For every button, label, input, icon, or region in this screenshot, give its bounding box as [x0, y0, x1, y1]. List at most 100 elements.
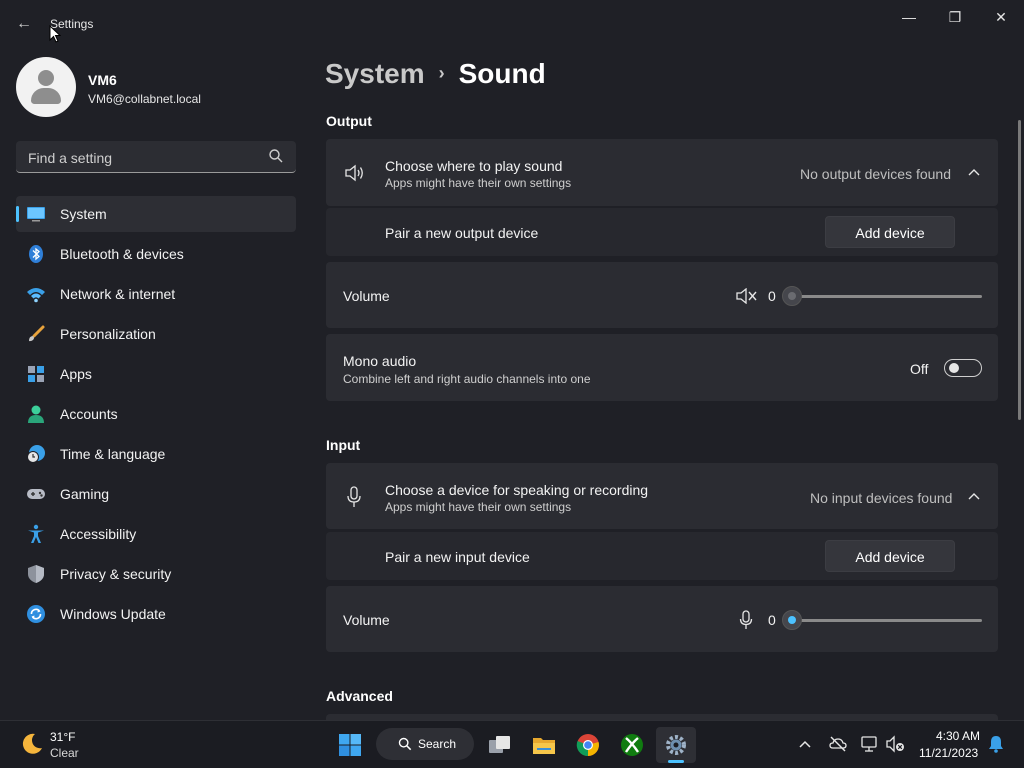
- wifi-icon: [27, 288, 45, 303]
- sidebar-item-privacy[interactable]: Privacy & security: [16, 556, 296, 592]
- active-app-indicator: [668, 760, 684, 763]
- sidebar-item-bluetooth[interactable]: Bluetooth & devices: [16, 236, 296, 272]
- sidebar-nav: System Bluetooth & devices Network & int…: [16, 196, 296, 636]
- sidebar-item-label: Personalization: [60, 326, 156, 342]
- output-volume-value: 0: [768, 288, 776, 304]
- sidebar-item-accounts[interactable]: Accounts: [16, 396, 296, 432]
- output-device-title: Choose where to play sound: [385, 158, 563, 174]
- sidebar-item-windows-update[interactable]: Windows Update: [16, 596, 296, 632]
- mouse-cursor-icon: [49, 25, 61, 43]
- user-email: VM6@collabnet.local: [88, 92, 201, 106]
- file-explorer-button[interactable]: [526, 727, 562, 763]
- sidebar-item-label: Accounts: [60, 406, 118, 422]
- taskbar-search-button[interactable]: Search: [376, 728, 474, 760]
- avatar-head-icon: [38, 70, 54, 86]
- chrome-button[interactable]: [570, 727, 606, 763]
- settings-window: ← Settings — ❐ ✕ VM6 VM6@collabnet.local…: [0, 0, 1024, 720]
- input-device-status: No input devices found: [810, 490, 953, 506]
- maximize-button[interactable]: ❐: [932, 4, 978, 30]
- input-device-subtitle: Apps might have their own settings: [385, 500, 572, 514]
- output-device-card[interactable]: Choose where to play sound Apps might ha…: [326, 139, 998, 206]
- chrome-icon: [576, 734, 599, 757]
- chevron-up-icon[interactable]: [968, 491, 980, 501]
- close-button[interactable]: ✕: [978, 4, 1024, 30]
- advanced-heading: Advanced: [326, 688, 393, 704]
- apps-icon: [28, 366, 44, 382]
- output-volume-thumb[interactable]: [782, 286, 802, 306]
- weather-condition[interactable]: Clear: [50, 746, 79, 760]
- gear-icon: [666, 735, 686, 755]
- output-volume-slider[interactable]: [792, 295, 982, 298]
- speaker-mute-icon[interactable]: [736, 288, 758, 304]
- avatar-body-icon: [31, 88, 61, 104]
- globe-clock-icon: [27, 445, 45, 463]
- notification-bell-icon[interactable]: [988, 735, 1004, 753]
- scrollbar[interactable]: [1018, 120, 1021, 420]
- task-view-button[interactable]: [482, 727, 518, 763]
- start-button[interactable]: [332, 727, 368, 763]
- mono-audio-state: Off: [910, 361, 929, 377]
- output-heading: Output: [326, 113, 372, 129]
- network-icon[interactable]: [860, 735, 878, 753]
- mono-audio-title: Mono audio: [343, 353, 417, 369]
- shield-icon: [28, 565, 44, 583]
- speaker-off-icon[interactable]: [886, 735, 906, 753]
- avatar[interactable]: [16, 57, 76, 117]
- back-button[interactable]: ←: [12, 12, 36, 36]
- breadcrumb-parent[interactable]: System: [325, 58, 425, 89]
- xbox-button[interactable]: [614, 727, 650, 763]
- back-arrow-icon: ←: [16, 15, 32, 32]
- add-output-device-button[interactable]: Add device: [825, 216, 955, 248]
- sidebar-item-label: Apps: [60, 366, 92, 382]
- sidebar-item-personalization[interactable]: Personalization: [16, 316, 296, 352]
- task-view-icon: [489, 736, 510, 753]
- search-icon[interactable]: [268, 148, 284, 164]
- search-icon: [398, 737, 412, 751]
- restore-icon: ❐: [948, 9, 962, 25]
- sidebar-item-network[interactable]: Network & internet: [16, 276, 296, 312]
- search-input[interactable]: [26, 147, 270, 169]
- microphone-icon: [739, 610, 753, 629]
- add-input-device-button[interactable]: Add device: [825, 540, 955, 572]
- sidebar-item-time-language[interactable]: Time & language: [16, 436, 296, 472]
- speaker-icon: [345, 164, 363, 182]
- sidebar-item-system[interactable]: System: [16, 196, 296, 232]
- output-device-status: No output devices found: [800, 166, 951, 182]
- close-icon: ✕: [995, 9, 1007, 25]
- input-volume-slider[interactable]: [792, 619, 982, 622]
- input-volume-thumb[interactable]: [782, 610, 802, 630]
- chevron-up-icon[interactable]: [798, 738, 812, 750]
- minimize-icon: —: [902, 9, 916, 25]
- clock-date[interactable]: 11/21/2023: [919, 746, 978, 760]
- output-volume-label: Volume: [343, 288, 390, 304]
- xbox-icon: [621, 734, 643, 756]
- chevron-up-icon[interactable]: [968, 167, 980, 177]
- user-name: VM6: [88, 72, 117, 88]
- pair-output-label: Pair a new output device: [385, 225, 539, 241]
- sidebar-item-label: Accessibility: [60, 526, 137, 542]
- system-icon: [27, 207, 45, 222]
- title-bar: ← Settings — ❐ ✕: [0, 0, 1024, 48]
- weather-temperature[interactable]: 31°F: [50, 730, 75, 744]
- onedrive-offline-icon[interactable]: [829, 736, 847, 752]
- minimize-button[interactable]: —: [886, 4, 932, 30]
- moon-weather-icon[interactable]: [20, 732, 44, 756]
- input-device-card[interactable]: Choose a device for speaking or recordin…: [326, 463, 998, 529]
- settings-taskbar-button[interactable]: [656, 727, 696, 763]
- gamepad-icon: [27, 489, 45, 499]
- output-volume-card: Volume 0: [326, 262, 998, 328]
- clock-time[interactable]: 4:30 AM: [936, 729, 980, 743]
- brush-icon: [29, 325, 45, 342]
- search-box[interactable]: [16, 141, 296, 173]
- input-volume-card: Volume 0: [326, 586, 998, 652]
- sidebar-item-apps[interactable]: Apps: [16, 356, 296, 392]
- update-icon: [27, 605, 45, 623]
- mono-audio-toggle[interactable]: [944, 359, 982, 377]
- sidebar-item-label: Time & language: [60, 446, 166, 462]
- thumb-dot: [788, 616, 796, 624]
- input-device-title: Choose a device for speaking or recordin…: [385, 482, 649, 498]
- sidebar-item-accessibility[interactable]: Accessibility: [16, 516, 296, 552]
- sidebar-item-gaming[interactable]: Gaming: [16, 476, 296, 512]
- bluetooth-icon: [29, 245, 43, 263]
- sidebar-item-label: Gaming: [60, 486, 110, 502]
